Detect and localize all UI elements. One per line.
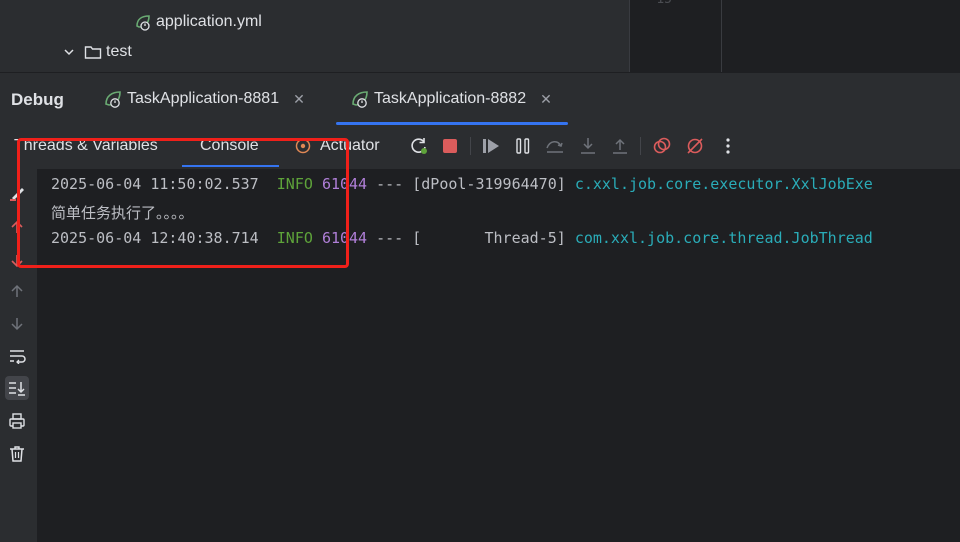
log-thread: [ Thread-5] — [412, 229, 566, 247]
print-icon[interactable] — [5, 409, 29, 433]
mute-breakpoints-icon[interactable] — [685, 136, 705, 156]
close-icon[interactable]: ✕ — [293, 91, 305, 108]
log-timestamp: 2025-06-04 12:40:38.714 — [51, 229, 259, 247]
arrow-up-icon[interactable] — [5, 279, 29, 303]
actuator-icon — [294, 137, 312, 155]
scroll-to-end-icon[interactable] — [5, 376, 29, 400]
log-pid: 61044 — [321, 175, 368, 193]
step-out-icon[interactable] — [610, 136, 630, 156]
log-output-text: 简单任务执行了。。。。 — [51, 204, 194, 222]
log-logger-link[interactable]: c.xxl.job.core.executor.XxlJobExe — [575, 175, 873, 193]
tree-item-label: application.yml — [156, 13, 262, 30]
log-separator: --- — [376, 175, 404, 193]
down-red-icon[interactable] — [5, 249, 29, 273]
run-tab-label: TaskApplication-8882 — [374, 90, 527, 107]
tab-label: Threads & Variables — [14, 137, 158, 154]
log-pid: 61044 — [321, 229, 368, 247]
tree-item-test[interactable]: test — [62, 43, 132, 61]
log-timestamp: 2025-06-04 11:50:02.537 — [51, 175, 259, 193]
trash-icon[interactable] — [5, 442, 29, 466]
pause-icon[interactable] — [513, 136, 533, 156]
log-level: INFO — [276, 175, 313, 193]
log-separator: --- — [376, 229, 404, 247]
console-side-toolbar — [0, 169, 38, 542]
chevron-down-icon[interactable] — [62, 43, 76, 61]
folder-icon — [84, 43, 102, 61]
view-breakpoints-icon[interactable] — [652, 136, 672, 156]
tree-item-application-yml[interactable]: application.yml — [134, 13, 262, 31]
tab-label: Actuator — [320, 137, 380, 154]
resume-icon[interactable] — [481, 136, 501, 156]
run-tab-8882[interactable]: TaskApplication-8882 ✕ — [336, 73, 568, 125]
project-tree: application.yml test — [0, 0, 629, 72]
step-into-icon[interactable] — [578, 136, 598, 156]
tab-label: Console — [200, 137, 259, 154]
edit-pencil-icon[interactable] — [5, 181, 29, 205]
tab-actuator[interactable]: Actuator — [294, 125, 380, 167]
tab-console[interactable]: Console — [182, 125, 279, 167]
console-output[interactable]: 2025-06-04 11:50:02.537 INFO 61044 --- [… — [38, 169, 960, 542]
log-logger-link[interactable]: com.xxl.job.core.thread.JobThread — [575, 229, 873, 247]
log-level: INFO — [276, 229, 313, 247]
close-icon[interactable]: ✕ — [540, 91, 552, 108]
editor-area — [721, 0, 960, 72]
debug-toolbar: Threads & Variables Console Actuator — [0, 125, 960, 169]
arrow-down-icon[interactable] — [5, 312, 29, 336]
toolbar-separator — [470, 137, 471, 155]
spring-boot-icon — [103, 89, 123, 109]
debug-tool-window-header: Debug TaskApplication-8881 ✕ TaskApplica… — [0, 72, 960, 126]
log-thread: [dPool-319964470] — [412, 175, 566, 193]
run-tab-8881[interactable]: TaskApplication-8881 ✕ — [103, 73, 305, 125]
line-number: 15 — [656, 0, 672, 7]
run-tab-label: TaskApplication-8881 — [127, 90, 280, 107]
step-over-icon[interactable] — [545, 136, 565, 156]
spring-yaml-icon — [134, 13, 152, 31]
log-line: 2025-06-04 11:50:02.537 INFO 61044 --- [… — [51, 175, 873, 193]
up-red-icon[interactable] — [5, 215, 29, 239]
soft-wrap-icon[interactable] — [5, 344, 29, 368]
toolbar-separator — [640, 137, 641, 155]
rerun-icon[interactable] — [409, 136, 429, 156]
stop-icon[interactable] — [440, 136, 460, 156]
more-icon[interactable] — [718, 136, 738, 156]
tree-item-label: test — [106, 43, 132, 60]
tool-window-title: Debug — [11, 90, 64, 109]
spring-boot-icon — [350, 89, 370, 109]
editor-gutter: 15 — [629, 0, 722, 72]
tab-threads-variables[interactable]: Threads & Variables — [14, 125, 158, 167]
log-line: 2025-06-04 12:40:38.714 INFO 61044 --- [… — [51, 229, 873, 247]
